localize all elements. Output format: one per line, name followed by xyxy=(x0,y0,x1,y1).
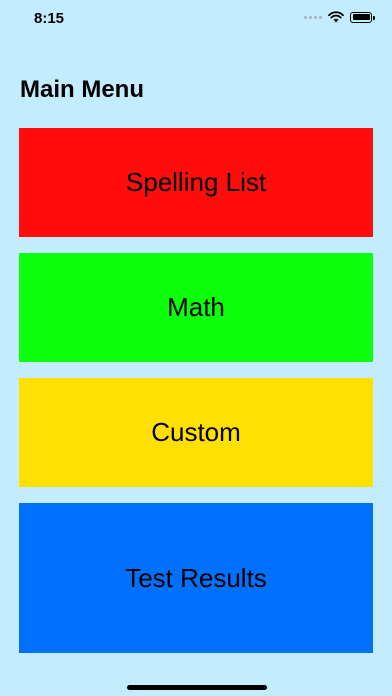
wifi-icon xyxy=(328,11,344,23)
spelling-list-button[interactable]: Spelling List xyxy=(19,128,373,237)
signal-dots-icon xyxy=(304,15,322,19)
battery-icon xyxy=(350,11,375,23)
custom-button[interactable]: Custom xyxy=(19,378,373,487)
test-results-button[interactable]: Test Results xyxy=(19,503,373,653)
home-indicator[interactable] xyxy=(127,685,267,690)
page-title: Main Menu xyxy=(20,76,144,103)
status-icons xyxy=(304,11,375,23)
status-time: 8:15 xyxy=(34,10,65,27)
status-bar: 8:15 xyxy=(0,0,392,40)
math-button[interactable]: Math xyxy=(19,253,373,362)
